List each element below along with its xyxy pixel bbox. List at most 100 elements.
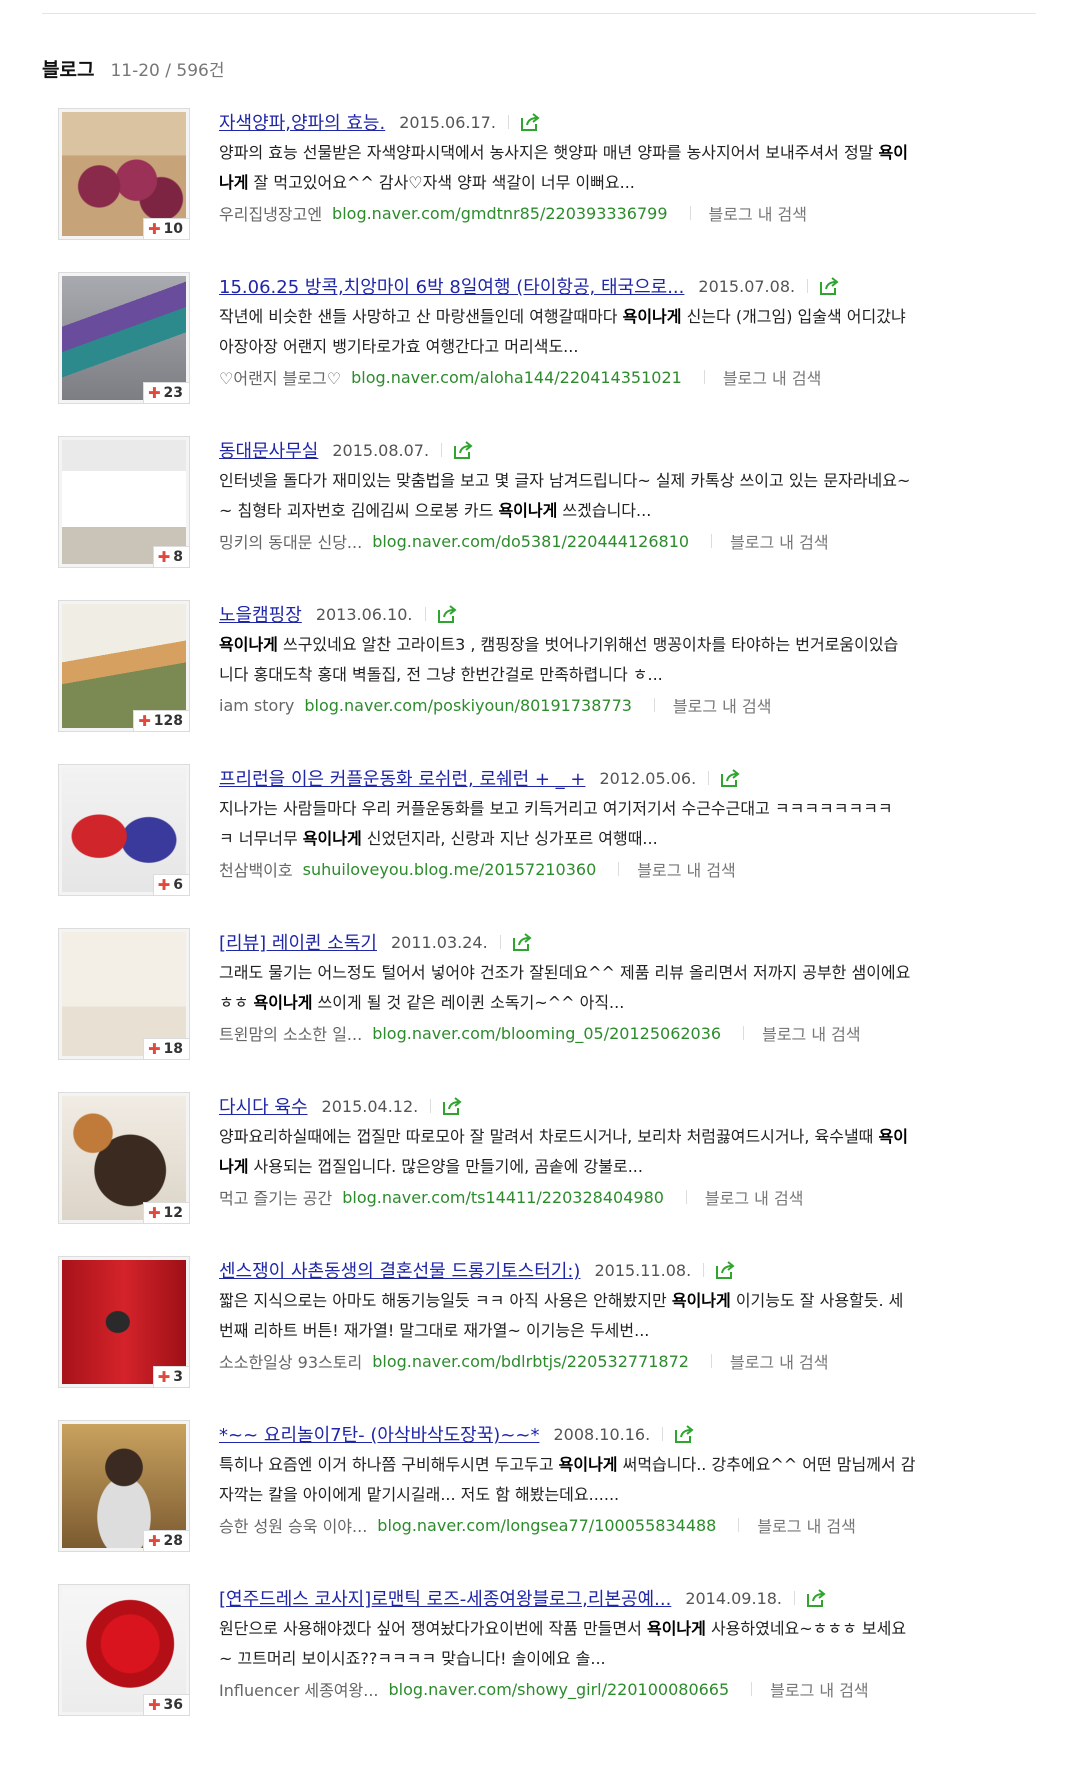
share-icon[interactable] [818,276,840,296]
result-snippet: 짧은 지식으로는 아마도 해동기능일듯 ㅋㅋ 아직 사용은 안해봤지만 욕이나게… [219,1286,1038,1346]
image-count: 10 [163,221,183,237]
thumbnail[interactable]: ✚ 8 [58,436,190,568]
thumbnail[interactable]: ✚ 10 [58,108,190,240]
result-title-link[interactable]: [리뷰] 레이퀸 소독기 [219,929,377,955]
result-body: 프리런을 이은 커플운동화 로쉬런, 로쉐런 + _ + 2012.05.06.… [219,764,1038,884]
blog-url-link[interactable]: blog.naver.com/ts14411/220328404980 [342,1188,664,1207]
blog-author[interactable]: 천삼백이호 [219,857,293,881]
result-title-link[interactable]: 다시다 육수 [219,1093,308,1119]
thumbnail[interactable]: ✚ 12 [58,1092,190,1224]
snippet-line-2: ~ 침형타 괴자번호 김에김씨 으로봉 카드 욕이나게 쓰겠습니다... [219,496,1038,526]
blog-url-link[interactable]: blog.naver.com/longsea77/100055834488 [377,1516,716,1535]
blog-url-link[interactable]: blog.naver.com/gmdtnr85/220393336799 [332,204,667,223]
share-icon[interactable] [673,1424,695,1444]
result-snippet: 지나가는 사람들마다 우리 커플운동화를 보고 키득거리고 여기저기서 수근수근… [219,794,1038,854]
result-title-link[interactable]: 동대문사무실 [219,437,318,463]
snippet-text: 자깍는 칼을 아이에게 맡기시길래... 저도 함 해봤는데요...... [219,1485,620,1504]
search-in-blog-link[interactable]: 블로그 내 검색 [673,693,772,717]
snippet-keyword: 욕이나게 [646,1619,706,1638]
result-snippet: 양파요리하실때에는 껍질만 따로모아 잘 말려서 차로드시거나, 보리차 처럼끓… [219,1122,1038,1182]
image-count-badge: ✚ 12 [142,1202,189,1223]
thumbnail[interactable]: ✚ 36 [58,1584,190,1716]
blog-url-link[interactable]: blog.naver.com/bdlrbtjs/220532771872 [372,1352,689,1371]
divider [618,862,620,876]
share-icon[interactable] [519,112,541,132]
divider [794,1591,796,1605]
share-icon[interactable] [436,604,458,624]
thumbnail[interactable]: ✚ 6 [58,764,190,896]
thumbnail[interactable]: ✚ 23 [58,272,190,404]
image-count: 18 [163,1041,183,1057]
search-in-blog-link[interactable]: 블로그 내 검색 [757,1513,856,1537]
post-date: 2015.04.12. [321,1096,419,1116]
blog-author[interactable]: iam story [219,696,294,715]
snippet-text: 쓰이게 될 것 같은 레이퀸 소독기~^^ 아직... [312,993,625,1012]
share-icon[interactable] [511,932,533,952]
divider [710,1354,712,1368]
blog-author[interactable]: 우리집냉장고엔 [219,201,322,225]
snippet-text: 니다 홍대도착 홍대 벽돌집, 전 그냥 한번간걸로 만족하렵니다 ㅎ... [219,665,663,684]
blog-author[interactable]: 밍키의 동대문 신당... [219,529,362,553]
share-icon[interactable] [805,1588,827,1608]
snippet-line-2: ㅋ 너무너무 욕이나게 신었던지라, 신랑과 지난 싱가포르 여행때... [219,824,1038,854]
thumbnail[interactable]: ✚ 28 [58,1420,190,1552]
thumbnail[interactable]: ✚ 18 [58,928,190,1060]
image-count: 36 [163,1697,183,1713]
snippet-text: ~ 끄트머리 보이시죠??ㅋㅋㅋㅋ 맞습니다! 솔이에요 솔... [219,1649,606,1668]
result-title-link[interactable]: 자색양파,양파의 효능. [219,109,385,135]
blog-author[interactable]: 트윈맘의 소소한 일... [219,1021,362,1045]
plus-icon: ✚ [147,384,161,402]
snippet-line-1: 짧은 지식으로는 아마도 해동기능일듯 ㅋㅋ 아직 사용은 안해봤지만 욕이나게… [219,1286,1038,1316]
post-date: 2015.11.08. [594,1260,692,1280]
result-title-link[interactable]: 센스쟁이 사촌동생의 결혼선물 드롱기토스터기:) [219,1257,580,1283]
search-in-blog-link[interactable]: 블로그 내 검색 [709,201,808,225]
result-title-link[interactable]: 15.06.25 방콕,치앙마이 6박 8일여행 (타이항공, 태국으로... [219,273,684,299]
search-in-blog-link[interactable]: 블로그 내 검색 [723,365,822,389]
plus-icon: ✚ [147,1040,161,1058]
search-in-blog-link[interactable]: 블로그 내 검색 [730,1349,829,1373]
divider [499,935,501,949]
post-date: 2008.10.16. [553,1424,651,1444]
blog-author[interactable]: ♡어랜지 블로그♡ [219,365,341,389]
thumbnail[interactable]: ✚ 3 [58,1256,190,1388]
image-count: 12 [163,1205,183,1221]
result-title-link[interactable]: [연주드레스 코사지]로맨틱 로즈-세종여왕블로그,리본공예... [219,1585,671,1611]
snippet-line-2: 아장아장 어랜지 뱅기타로가효 여행간다고 머리색도... [219,332,1038,362]
post-date: 2011.03.24. [390,932,488,952]
search-in-blog-link[interactable]: 블로그 내 검색 [705,1185,804,1209]
result-count: 11-20 / 596건 [110,61,225,81]
blog-author[interactable]: 먹고 즐기는 공간 [219,1185,332,1209]
result-title-link[interactable]: *~~ 요리놀이7탄- (아삭바삭도장꾹)~~* [219,1421,539,1447]
share-icon[interactable] [719,768,741,788]
search-in-blog-link[interactable]: 블로그 내 검색 [637,857,736,881]
search-in-blog-link[interactable]: 블로그 내 검색 [730,529,829,553]
blog-url-link[interactable]: blog.naver.com/do5381/220444126810 [372,532,689,551]
share-icon[interactable] [441,1096,463,1116]
result-title-link[interactable]: 프리런을 이은 커플운동화 로쉬런, 로쉐런 + _ + [219,765,585,791]
plus-icon: ✚ [157,1368,171,1386]
snippet-text: 이기능도 잘 사용할듯. 세 [730,1291,904,1310]
snippet-text: 신었던지라, 신랑과 지난 싱가포르 여행때... [361,829,658,848]
blog-result-list: ✚ 10 자색양파,양파의 효능. 2015.06.17. 양파의 효능 선물받… [58,108,1038,1748]
blog-url-link[interactable]: blog.naver.com/showy_girl/220100080665 [389,1680,730,1699]
snippet-text: 신는다 (개그임) 입술색 어디갔냐 [681,307,906,326]
blog-url-link[interactable]: blog.naver.com/aloha144/220414351021 [351,368,682,387]
divider [703,1263,705,1277]
title-row: [연주드레스 코사지]로맨틱 로즈-세종여왕블로그,리본공예... 2014.0… [219,1584,1038,1612]
image-count-badge: ✚ 23 [142,382,189,403]
blog-author[interactable]: Influencer 세종여왕... [219,1677,379,1701]
blog-author[interactable]: 승한 성원 승욱 이야... [219,1513,367,1537]
result-title-link[interactable]: 노을캠핑장 [219,601,302,627]
blog-url-link[interactable]: suhuiloveyou.blog.me/20157210360 [303,860,597,879]
plus-icon: ✚ [157,548,171,566]
blog-url-link[interactable]: blog.naver.com/poskiyoun/80191738773 [304,696,632,715]
share-icon[interactable] [714,1260,736,1280]
share-icon[interactable] [452,440,474,460]
result-snippet: 특히나 요즘엔 이거 하나쯤 구비해두시면 두고두고 욕이나게 써먹습니다.. … [219,1450,1038,1510]
search-in-blog-link[interactable]: 블로그 내 검색 [762,1021,861,1045]
thumbnail[interactable]: ✚ 128 [58,600,190,732]
blog-author[interactable]: 소소한일상 93스토리 [219,1349,362,1373]
search-in-blog-link[interactable]: 블로그 내 검색 [770,1677,869,1701]
blog-url-link[interactable]: blog.naver.com/blooming_05/20125062036 [372,1024,721,1043]
snippet-line-2: ~ 끄트머리 보이시죠??ㅋㅋㅋㅋ 맞습니다! 솔이에요 솔... [219,1644,1038,1674]
